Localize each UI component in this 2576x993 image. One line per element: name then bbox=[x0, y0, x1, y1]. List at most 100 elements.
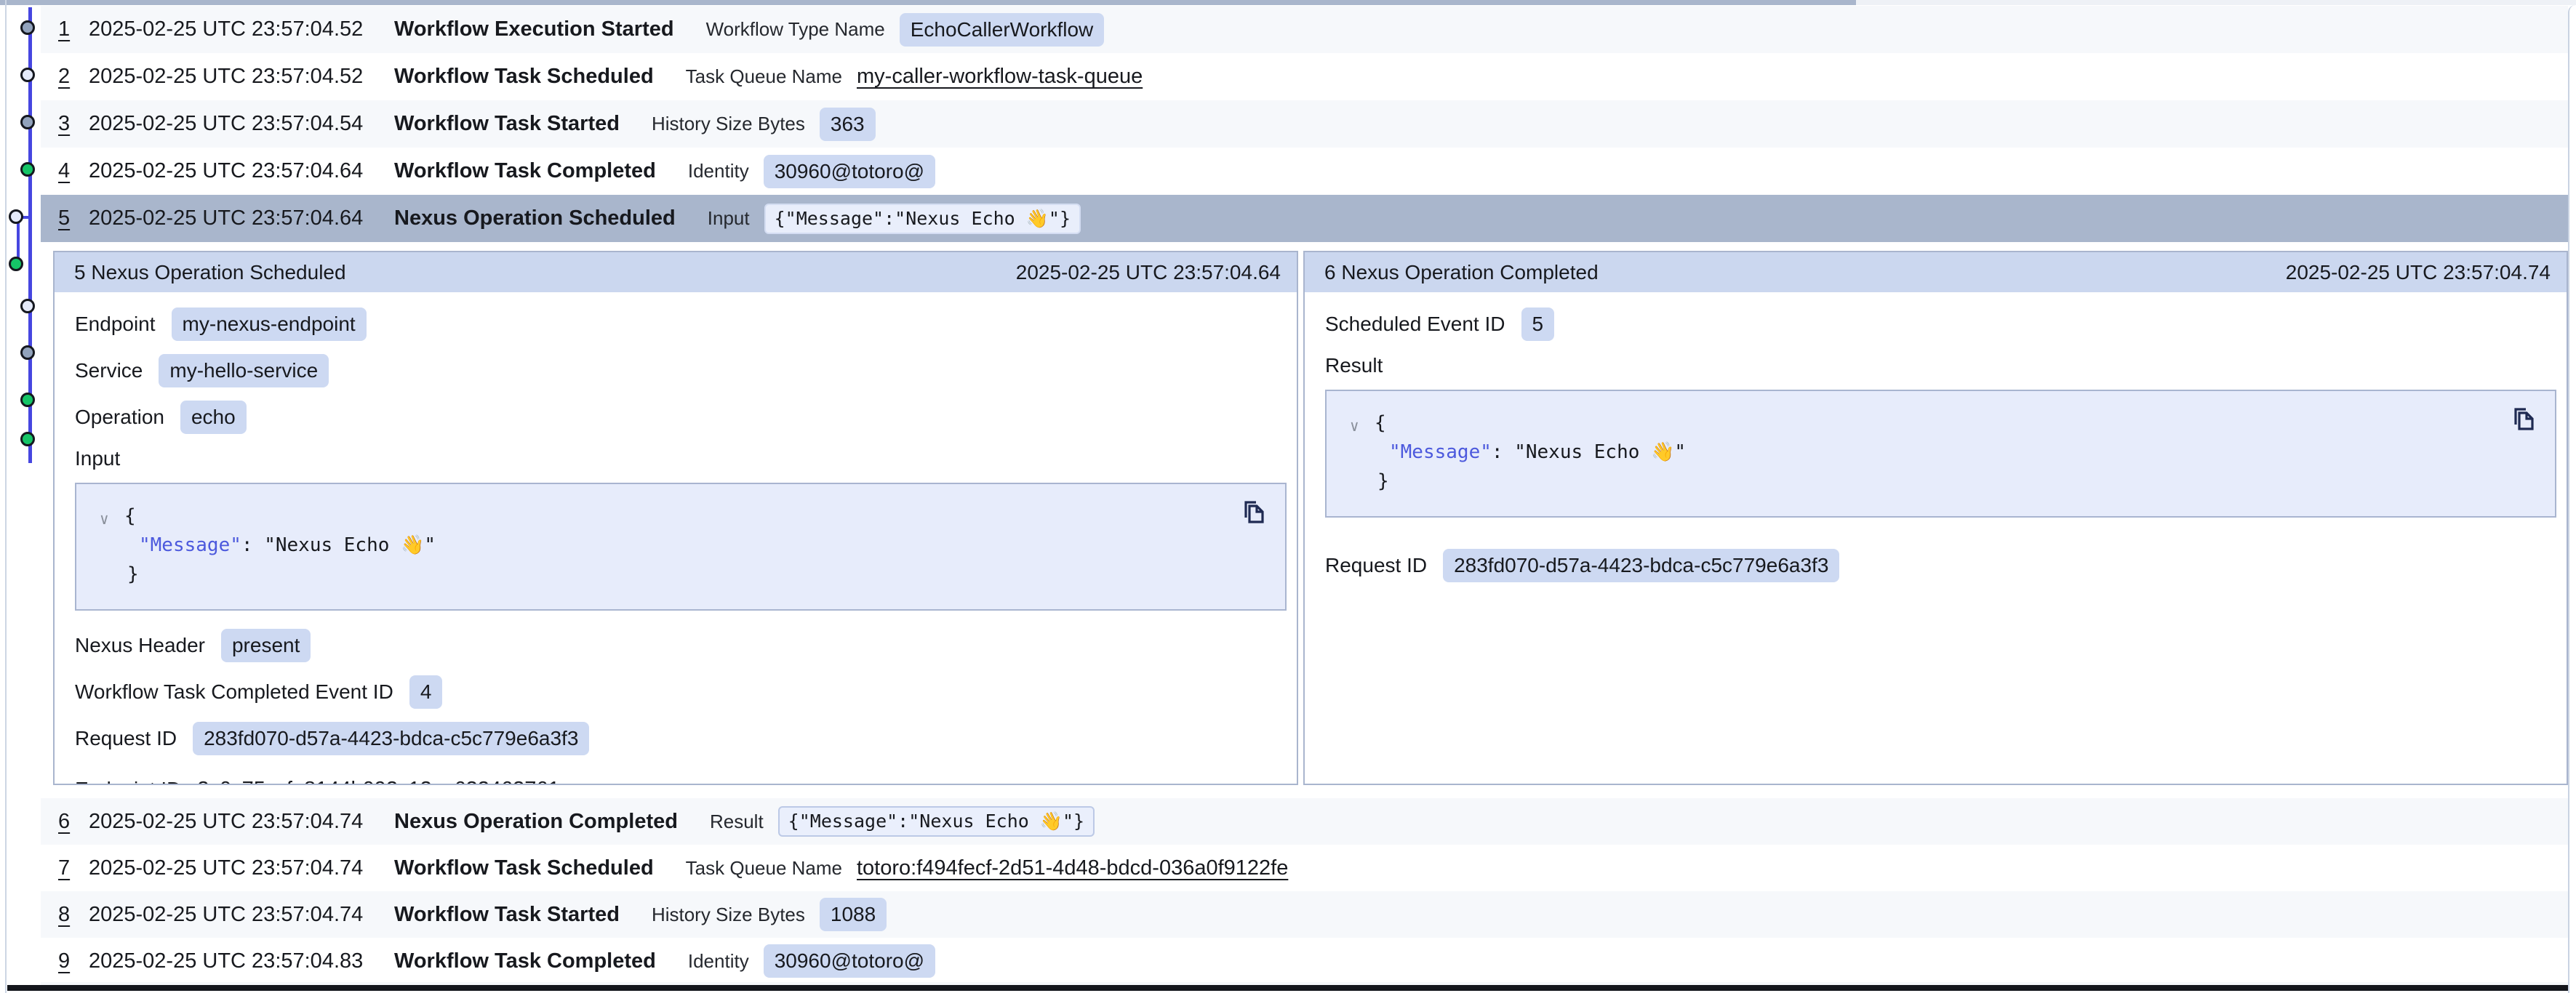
panel-body: Scheduled Event ID 5 Result ∨{ "Message"… bbox=[1305, 292, 2567, 784]
event-row-5-selected[interactable]: 5 2025-02-25 UTC 23:57:04.64 Nexus Opera… bbox=[41, 195, 2568, 242]
field-value-endpoint: my-nexus-endpoint bbox=[172, 307, 367, 341]
event-row-7[interactable]: 7 2025-02-25 UTC 23:57:04.74 Workflow Ta… bbox=[41, 845, 2568, 891]
field-label-request-id: Request ID bbox=[1325, 554, 1427, 577]
field-label-endpoint-id: Endpoint ID bbox=[75, 778, 181, 785]
event-id-link[interactable]: 8 bbox=[58, 903, 89, 927]
event-row-3[interactable]: 3 2025-02-25 UTC 23:57:04.54 Workflow Ta… bbox=[41, 100, 2568, 148]
panel-body: Endpoint my-nexus-endpoint Service my-he… bbox=[55, 292, 1297, 785]
panel-timestamp: 2025-02-25 UTC 23:57:04.74 bbox=[2286, 261, 2551, 284]
scrollbar-gutter bbox=[2568, 5, 2576, 993]
timeline-dot-event-9 bbox=[20, 393, 35, 407]
panel-header[interactable]: 5 Nexus Operation Scheduled 2025-02-25 U… bbox=[55, 252, 1297, 292]
event-id-link[interactable]: 6 bbox=[58, 810, 89, 834]
field-label-request-id: Request ID bbox=[75, 727, 177, 750]
panel-header[interactable]: 6 Nexus Operation Completed 2025-02-25 U… bbox=[1305, 252, 2567, 292]
event-timestamp: 2025-02-25 UTC 23:57:04.74 bbox=[89, 810, 394, 834]
timeline-dot-event-6 bbox=[9, 257, 23, 271]
event-attr-label: History Size Bytes bbox=[652, 904, 805, 926]
task-queue-link[interactable]: totoro:f494fecf-2d51-4d48-bdcd-036a0f912… bbox=[857, 856, 1288, 880]
event-type: Nexus Operation Scheduled bbox=[394, 206, 676, 230]
bottom-dark-bar bbox=[7, 985, 2576, 991]
event-type: Workflow Task Started bbox=[394, 903, 620, 927]
event-id-link[interactable]: 7 bbox=[58, 856, 89, 880]
event-type: Workflow Task Scheduled bbox=[394, 856, 654, 880]
event-row-1[interactable]: 1 2025-02-25 UTC 23:57:04.52 Workflow Ex… bbox=[41, 6, 2568, 53]
panel-timestamp: 2025-02-25 UTC 23:57:04.64 bbox=[1016, 261, 1281, 284]
timeline-dot-event-5 bbox=[9, 209, 23, 224]
event-timestamp: 2025-02-25 UTC 23:57:04.83 bbox=[89, 949, 394, 973]
event-id-link[interactable]: 3 bbox=[58, 112, 89, 136]
timeline-dot-event-2 bbox=[20, 68, 35, 82]
field-value-request-id: 283fd070-d57a-4423-bdca-c5c779e6a3f3 bbox=[193, 722, 589, 755]
event-type: Workflow Task Completed bbox=[394, 159, 656, 183]
event-timestamp: 2025-02-25 UTC 23:57:04.64 bbox=[89, 206, 394, 230]
event-timestamp: 2025-02-25 UTC 23:57:04.52 bbox=[89, 17, 394, 41]
event-id-link[interactable]: 1 bbox=[58, 17, 89, 41]
event-attr-badge: 363 bbox=[820, 108, 876, 141]
field-label-nexus-header: Nexus Header bbox=[75, 634, 205, 657]
event-attr-label: History Size Bytes bbox=[652, 113, 805, 135]
event-type: Workflow Task Started bbox=[394, 112, 620, 136]
event-id-link[interactable]: 4 bbox=[58, 159, 89, 183]
task-queue-link[interactable]: my-caller-workflow-task-queue bbox=[857, 65, 1143, 89]
event-timestamp: 2025-02-25 UTC 23:57:04.54 bbox=[89, 112, 394, 136]
event-attr-badge: EchoCallerWorkflow bbox=[900, 13, 1105, 47]
event-row-8[interactable]: 8 2025-02-25 UTC 23:57:04.74 Workflow Ta… bbox=[41, 891, 2568, 938]
event-attr-label: Identity bbox=[688, 160, 749, 182]
top-cropped-row-strip-right bbox=[1856, 0, 2576, 5]
event-attr-label: Identity bbox=[688, 950, 749, 973]
event-attr-label: Workflow Type Name bbox=[706, 18, 885, 41]
timeline-dot-event-7 bbox=[20, 299, 35, 313]
event-id-link[interactable]: 2 bbox=[58, 65, 89, 89]
chevron-down-icon[interactable]: ∨ bbox=[100, 504, 109, 534]
event-payload-chip: {"Message":"Nexus Echo 👋"} bbox=[778, 806, 1095, 837]
chevron-down-icon[interactable]: ∨ bbox=[1350, 411, 1359, 441]
timeline-dot-event-1 bbox=[20, 20, 35, 35]
timeline-graph bbox=[0, 0, 41, 993]
event-detail-panels: 5 Nexus Operation Scheduled 2025-02-25 U… bbox=[53, 251, 2568, 785]
event-row-9[interactable]: 9 2025-02-25 UTC 23:57:04.83 Workflow Ta… bbox=[41, 938, 2568, 984]
field-value-wtc-event-id: 4 bbox=[409, 675, 443, 709]
field-label-wtc-event-id: Workflow Task Completed Event ID bbox=[75, 680, 393, 704]
event-detail-panel-completed: 6 Nexus Operation Completed 2025-02-25 U… bbox=[1303, 251, 2568, 785]
event-type: Workflow Task Scheduled bbox=[394, 65, 654, 89]
panel-title: 5 Nexus Operation Scheduled bbox=[74, 261, 346, 284]
field-label-operation: Operation bbox=[75, 406, 164, 429]
workflow-history-page: 1 2025-02-25 UTC 23:57:04.52 Workflow Ex… bbox=[0, 0, 2576, 993]
event-rows-top: 1 2025-02-25 UTC 23:57:04.52 Workflow Ex… bbox=[41, 6, 2568, 242]
endpoint-id-link[interactable]: 3c0c75ccfa8144b092c13ce632463761 bbox=[197, 778, 559, 786]
field-value-scheduled-event-id: 5 bbox=[1521, 307, 1555, 341]
event-attr-label: Task Queue Name bbox=[686, 65, 842, 88]
field-label-service: Service bbox=[75, 359, 143, 382]
event-row-2[interactable]: 2 2025-02-25 UTC 23:57:04.52 Workflow Ta… bbox=[41, 53, 2568, 100]
field-label-scheduled-event-id: Scheduled Event ID bbox=[1325, 313, 1505, 336]
event-attr-badge: 1088 bbox=[820, 898, 887, 931]
event-timestamp: 2025-02-25 UTC 23:57:04.74 bbox=[89, 903, 394, 927]
field-value-nexus-header: present bbox=[221, 629, 311, 662]
panel-title: 6 Nexus Operation Completed bbox=[1324, 261, 1599, 284]
result-json-viewer: ∨{ "Message": "Nexus Echo 👋" } bbox=[1325, 390, 2556, 518]
event-id-link[interactable]: 9 bbox=[58, 949, 89, 973]
copy-icon[interactable] bbox=[1240, 499, 1269, 531]
timeline-dot-event-10 bbox=[20, 432, 35, 446]
event-payload-chip: {"Message":"Nexus Echo 👋"} bbox=[764, 204, 1081, 234]
event-attr-badge: 30960@totoro@ bbox=[764, 155, 935, 188]
event-row-6[interactable]: 6 2025-02-25 UTC 23:57:04.74 Nexus Opera… bbox=[41, 798, 2568, 845]
timeline-dot-event-3 bbox=[20, 115, 35, 129]
event-timestamp: 2025-02-25 UTC 23:57:04.74 bbox=[89, 856, 394, 880]
event-type: Workflow Execution Started bbox=[394, 17, 674, 41]
field-label-endpoint: Endpoint bbox=[75, 313, 156, 336]
copy-icon[interactable] bbox=[2510, 406, 2539, 438]
event-attr-label: Task Queue Name bbox=[686, 857, 842, 880]
event-rows-bottom: 6 2025-02-25 UTC 23:57:04.74 Nexus Opera… bbox=[41, 798, 2568, 984]
event-attr-label: Input bbox=[708, 207, 750, 230]
event-attr-label: Result bbox=[710, 811, 764, 833]
event-timestamp: 2025-02-25 UTC 23:57:04.52 bbox=[89, 65, 394, 89]
event-type: Nexus Operation Completed bbox=[394, 810, 678, 834]
event-row-4[interactable]: 4 2025-02-25 UTC 23:57:04.64 Workflow Ta… bbox=[41, 148, 2568, 195]
event-detail-panel-scheduled: 5 Nexus Operation Scheduled 2025-02-25 U… bbox=[53, 251, 1298, 785]
timeline-dot-event-4 bbox=[20, 162, 35, 177]
event-id-link[interactable]: 5 bbox=[58, 206, 89, 230]
field-value-request-id: 283fd070-d57a-4423-bdca-c5c779e6a3f3 bbox=[1443, 549, 1839, 582]
field-value-service: my-hello-service bbox=[159, 354, 329, 387]
